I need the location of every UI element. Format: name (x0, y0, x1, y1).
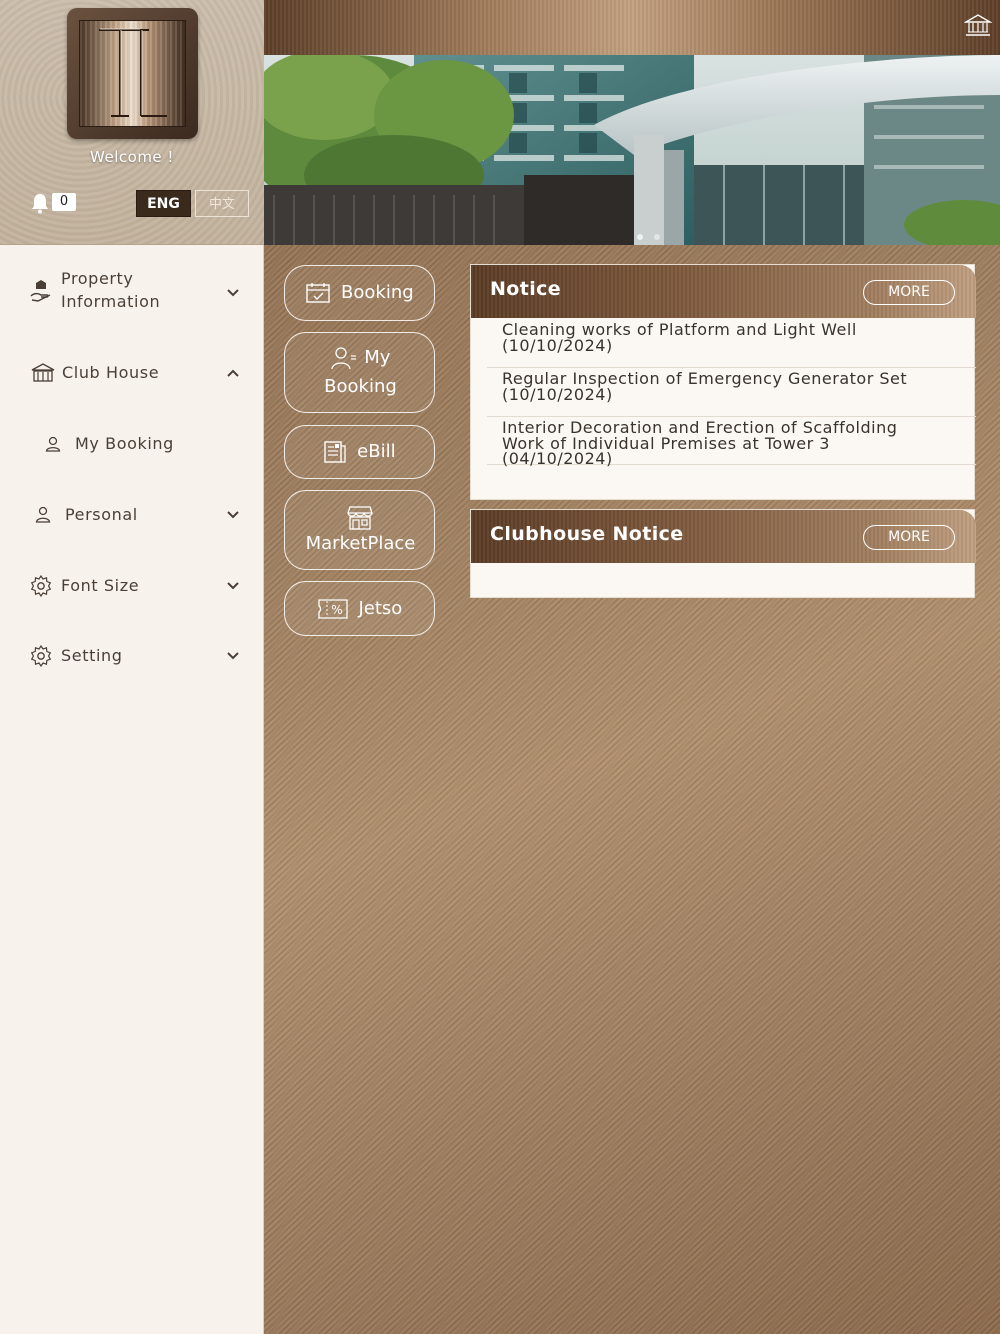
notice-item-date: (10/10/2024) (502, 384, 613, 404)
chevron-down-icon (227, 289, 239, 297)
clubhouse-notice-more-button[interactable]: MORE (863, 525, 955, 550)
jetso-button[interactable]: % Jetso (284, 581, 435, 636)
notice-more-button[interactable]: MORE (863, 280, 955, 305)
menu-item-setting[interactable]: Setting (0, 644, 264, 668)
chevron-down-icon (227, 652, 239, 660)
top-bar (264, 0, 1000, 55)
banner-image (264, 55, 1000, 245)
menu-label-information: Information (61, 292, 161, 311)
marketplace-button[interactable]: MarketPlace (284, 490, 435, 570)
my-booking-button[interactable]: My Booking (284, 332, 435, 413)
ebill-label: eBill (357, 441, 396, 462)
gear-icon (30, 575, 52, 597)
store-icon (347, 506, 373, 530)
bill-icon (324, 441, 347, 463)
person-list-icon (330, 347, 356, 370)
menu-item-font-size[interactable]: Font Size (0, 574, 264, 598)
logo (67, 8, 198, 139)
clubhouse-notice-header: Clubhouse Notice MORE (471, 510, 976, 563)
notification-count-badge[interactable]: 0 (52, 193, 76, 211)
chevron-up-icon (227, 369, 239, 377)
menu-label-property: Property (61, 269, 134, 288)
calendar-icon (306, 283, 331, 303)
menu-label-font-size: Font Size (61, 576, 140, 595)
menu-item-personal[interactable]: Personal (0, 503, 264, 527)
submenu-item-my-booking[interactable]: My Booking (0, 432, 264, 456)
notice-item[interactable]: Cleaning works of Platform and Light Wel… (487, 322, 976, 368)
sidebar-header: Welcome ! 0 ENG 中文 (0, 0, 264, 245)
menu-label-setting: Setting (61, 646, 123, 665)
welcome-text: Welcome ! (90, 148, 174, 166)
ebill-button[interactable]: eBill (284, 425, 435, 479)
booking-button[interactable]: Booking (284, 265, 435, 321)
bell-icon[interactable] (30, 192, 50, 214)
menu-label-club-house: Club House (62, 363, 160, 382)
clubhouse-notice-title: Clubhouse Notice (490, 523, 684, 545)
booking-label: Booking (341, 282, 414, 303)
chevron-down-icon (227, 511, 239, 519)
coupon-icon: % (318, 599, 348, 619)
person-icon (45, 436, 61, 452)
clubhouse-notice-panel: Clubhouse Notice MORE (470, 509, 976, 598)
svg-text:%: % (331, 603, 342, 617)
my-booking-label-line2: Booking (324, 376, 397, 397)
clubhouse-icon (31, 363, 55, 382)
notice-panel: Notice MORE Cleaning works of Platform a… (470, 264, 976, 500)
my-booking-label-line1: My (364, 347, 391, 368)
sidebar: Welcome ! 0 ENG 中文 Property Information (0, 0, 264, 1334)
person-icon (35, 506, 51, 523)
logo-mark-icon (99, 28, 167, 117)
menu-item-property-information[interactable]: Property Information (0, 268, 264, 316)
building-home-icon[interactable] (964, 13, 992, 37)
jetso-label: Jetso (358, 598, 403, 619)
building-photo (264, 55, 1000, 245)
notice-header: Notice MORE (471, 265, 976, 318)
notice-item[interactable]: Interior Decoration and Erection of Scaf… (487, 420, 976, 468)
menu-label-my-booking: My Booking (75, 434, 174, 453)
chevron-down-icon (227, 582, 239, 590)
notice-item[interactable]: Regular Inspection of Emergency Generato… (487, 371, 976, 417)
notice-item-date: (04/10/2024) (502, 449, 613, 468)
menu-label-personal: Personal (65, 505, 138, 524)
menu-item-club-house[interactable]: Club House (0, 361, 264, 385)
notice-item-date: (10/10/2024) (502, 335, 613, 355)
notice-title: Notice (490, 278, 562, 300)
hand-house-icon (30, 280, 51, 302)
lang-english-button[interactable]: ENG (136, 190, 191, 217)
marketplace-label: MarketPlace (305, 533, 416, 554)
lang-chinese-button[interactable]: 中文 (195, 190, 249, 217)
gear-icon (30, 645, 52, 667)
